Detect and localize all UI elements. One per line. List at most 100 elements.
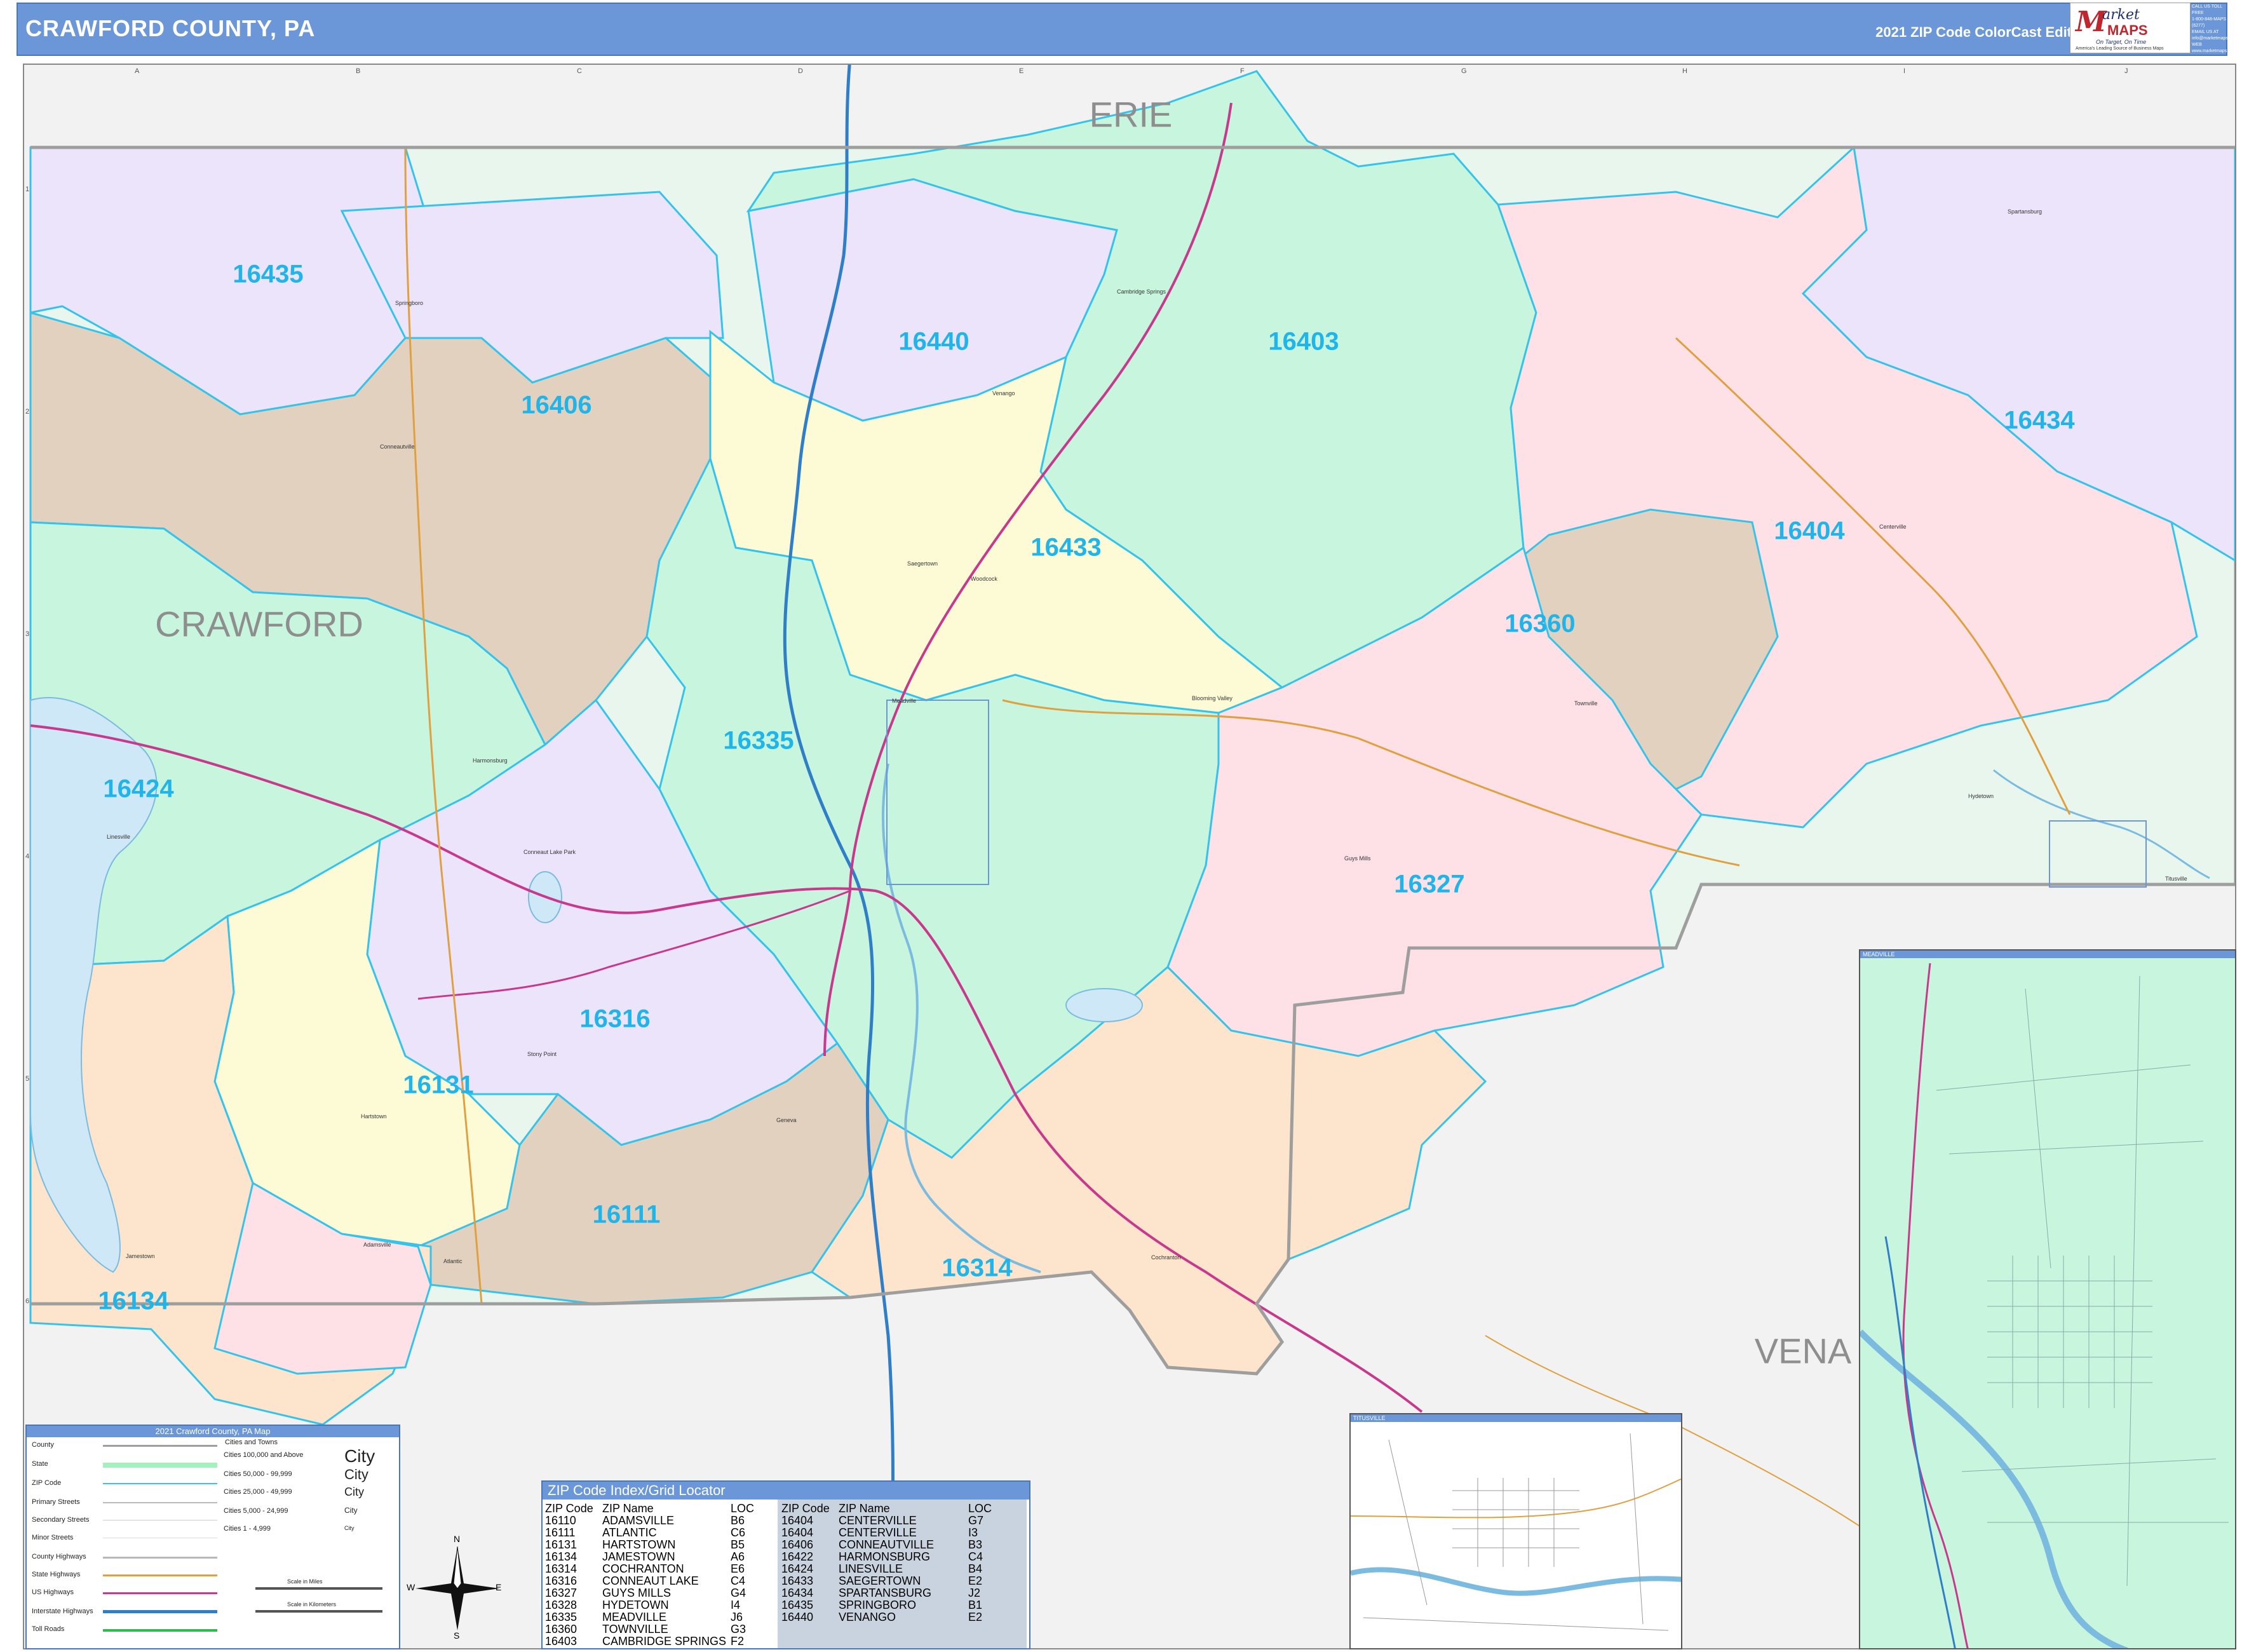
legend-row-label: State xyxy=(32,1460,48,1468)
legend-city-sample: City xyxy=(344,1446,375,1466)
index-cell: MEADVILLE xyxy=(602,1611,667,1623)
zip-label: 16404 xyxy=(1774,517,1845,545)
index-cell: CAMBRIDGE SPRINGS xyxy=(602,1635,727,1648)
index-cell: ATLANTIC xyxy=(602,1526,657,1539)
index-cell: 16134 xyxy=(545,1550,577,1563)
zip-label: 16111 xyxy=(592,1200,661,1229)
grid-column-label: F xyxy=(1240,67,1245,75)
zip-label: 16433 xyxy=(1030,533,1102,562)
legend-zip-symbol xyxy=(103,1483,217,1484)
index-cell: 16403 xyxy=(545,1635,577,1648)
place-label: Springboro xyxy=(395,300,424,306)
zip-label: 16335 xyxy=(723,726,794,755)
contact-line: EMAIL US AT xyxy=(2192,30,2219,34)
meadville-french-creek xyxy=(1860,1329,2128,1648)
index-cell: 16406 xyxy=(781,1538,814,1551)
zip-label: 16440 xyxy=(898,327,969,356)
index-cell: 16314 xyxy=(545,1562,577,1575)
index-cell: 16327 xyxy=(545,1587,577,1599)
index-header-zip: ZIP Code xyxy=(545,1502,593,1515)
grid-column-label: E xyxy=(1019,67,1024,75)
place-label: Harmonsburg xyxy=(473,757,508,764)
meadville-interstate xyxy=(1884,1236,1956,1648)
index-cell: B1 xyxy=(968,1599,983,1611)
index-cell: 16404 xyxy=(781,1514,814,1527)
legend-row-label: Minor Streets xyxy=(32,1534,74,1541)
logo-tagline: On Target, On Time xyxy=(2096,39,2147,45)
index-cell: 16433 xyxy=(781,1574,814,1587)
index-cell: B3 xyxy=(968,1538,983,1551)
county-label-venango: VENA xyxy=(1754,1330,1852,1371)
contact-line: www.marketmaps.com xyxy=(2192,49,2237,53)
place-label: Adamsville xyxy=(363,1242,391,1248)
place-label: Geneva xyxy=(776,1117,797,1123)
legend-toll-symbol xyxy=(103,1629,217,1632)
index-cell: JAMESTOWN xyxy=(602,1550,675,1563)
zip-label: 16316 xyxy=(579,1005,651,1033)
contact-line: 1-800-848-MAPS (6277) xyxy=(2192,17,2227,28)
index-cell: SAEGERTOWN xyxy=(839,1574,921,1587)
legend-row-label: County Highways xyxy=(32,1553,86,1561)
title-bar: CRAWFORD COUNTY, PA 2021 ZIP Code ColorC… xyxy=(17,3,2227,56)
titusville-oil-creek xyxy=(1351,1567,1681,1596)
legend-row-label: County xyxy=(32,1441,54,1449)
place-label: Woodcock xyxy=(971,576,997,582)
index-cell: G7 xyxy=(968,1514,984,1527)
index-cell: 16328 xyxy=(545,1599,577,1611)
index-cell: 16440 xyxy=(781,1611,814,1623)
meadville-street-grid xyxy=(1936,975,2229,1587)
index-cell: SPRINGBORO xyxy=(839,1599,917,1611)
place-label: Atlantic xyxy=(443,1258,463,1264)
legend-row-label: Toll Roads xyxy=(32,1625,65,1633)
compass-west-label: W xyxy=(407,1582,415,1592)
map-title: CRAWFORD COUNTY, PA xyxy=(25,15,316,41)
titusville-street-grid xyxy=(1363,1433,1669,1631)
place-label: Cambridge Springs xyxy=(1117,288,1166,295)
index-cell: 16316 xyxy=(545,1574,577,1587)
meadville-inset-map[interactable]: MEADVILLE xyxy=(1859,949,2236,1649)
legend-city-range: Cities 100,000 and Above xyxy=(224,1451,304,1459)
index-cell: C4 xyxy=(968,1550,983,1563)
legend-row-label: Secondary Streets xyxy=(32,1516,90,1524)
index-cell: GUYS MILLS xyxy=(602,1587,672,1599)
legend-city-range: Cities 25,000 - 49,999 xyxy=(224,1488,292,1496)
index-header-name: ZIP Name xyxy=(602,1502,654,1515)
legend-primary-symbol xyxy=(103,1502,217,1503)
edition-label: 2021 ZIP Code ColorCast Edition xyxy=(1875,24,2093,40)
index-cell: E2 xyxy=(968,1574,983,1587)
legend-state-hwy-symbol xyxy=(103,1574,217,1576)
index-cell: COCHRANTON xyxy=(602,1562,684,1575)
index-cell: 16422 xyxy=(781,1550,814,1563)
legend-city-range: Cities 1 - 4,999 xyxy=(224,1525,271,1533)
index-cell: LINESVILLE xyxy=(839,1562,903,1575)
place-label: Guys Mills xyxy=(1344,855,1371,862)
contact-line: WEB xyxy=(2192,43,2202,47)
legend-state-symbol xyxy=(103,1463,217,1468)
grid-row-label: 1 xyxy=(25,186,30,193)
zip-label: 16131 xyxy=(403,1071,474,1099)
titusville-inset-map[interactable]: TITUSVILLE xyxy=(1349,1413,1682,1649)
place-label: Venango xyxy=(992,390,1015,396)
map-legend: 2021 Crawford County, PA Map County Stat… xyxy=(25,1425,400,1649)
legend-city-sample: City xyxy=(344,1506,358,1515)
index-cell: J2 xyxy=(968,1587,981,1599)
grid-column-label: A xyxy=(135,67,140,75)
zip-label: 16360 xyxy=(1504,609,1576,638)
index-cell: 16131 xyxy=(545,1538,577,1551)
grid-column-label: B xyxy=(356,67,361,75)
zip-label: 16314 xyxy=(942,1254,1013,1282)
place-label: Hydetown xyxy=(1968,793,1994,799)
legend-city-range: Cities 5,000 - 24,999 xyxy=(224,1507,288,1515)
legend-cities-header: Cities and Towns xyxy=(225,1439,278,1446)
compass-north-label: N xyxy=(454,1534,461,1544)
index-cell: J6 xyxy=(731,1611,743,1623)
legend-scale-bar-miles xyxy=(255,1587,382,1590)
index-cell: C4 xyxy=(731,1574,746,1587)
logo-word-2: MAPS xyxy=(2107,22,2148,38)
legend-row-label: Primary Streets xyxy=(32,1498,80,1506)
meadville-inset-svg xyxy=(1860,963,2229,1648)
index-cell: B5 xyxy=(731,1538,745,1551)
titusville-state-route xyxy=(1351,1478,1681,1519)
grid-row-label: 5 xyxy=(25,1075,30,1083)
index-cell: TOWNVILLE xyxy=(602,1623,668,1635)
